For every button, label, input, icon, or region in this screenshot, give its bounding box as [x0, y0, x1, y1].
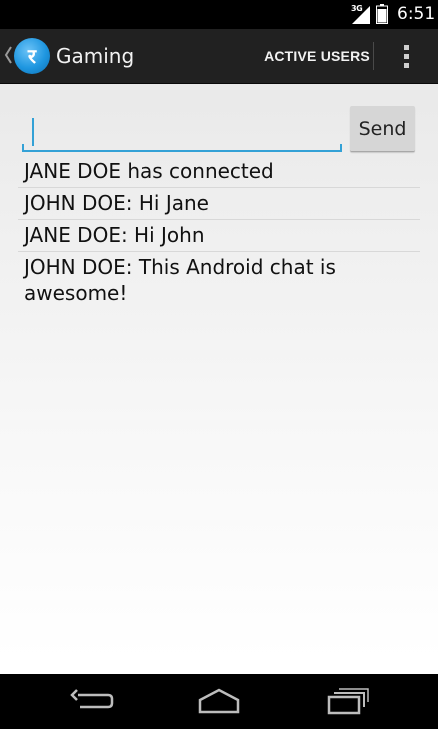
clock: 6:51	[397, 4, 436, 24]
app-logo[interactable]: र	[14, 38, 50, 74]
page-title: Gaming	[56, 44, 135, 68]
overflow-menu-icon[interactable]	[395, 42, 417, 70]
battery-icon	[376, 4, 388, 24]
input-underline-edge-right	[340, 144, 342, 152]
status-bar: 3G 6:51	[0, 0, 438, 29]
message-item: JANE DOE has connected	[18, 156, 420, 188]
action-bar: र Gaming ACTIVE USERS	[0, 29, 438, 84]
input-underline-edge-left	[22, 144, 24, 152]
back-icon[interactable]	[66, 686, 116, 716]
message-item: JOHN DOE: This Android chat is awesome!	[24, 255, 336, 305]
signal-icon	[352, 6, 370, 24]
message-input[interactable]	[22, 112, 342, 152]
message-item: JANE DOE: Hi John	[18, 220, 420, 252]
message-list: JANE DOE has connected JOHN DOE: Hi Jane…	[18, 156, 420, 308]
action-divider	[373, 42, 374, 70]
recents-icon[interactable]	[322, 686, 372, 716]
up-caret-icon[interactable]	[3, 43, 13, 67]
send-button[interactable]: Send	[350, 106, 415, 152]
message-item: JOHN DOE: Hi Jane	[18, 188, 420, 220]
home-icon[interactable]	[194, 686, 244, 716]
navigation-bar	[0, 674, 438, 729]
text-cursor	[32, 118, 34, 146]
screen: 3G 6:51 र Gaming ACTIVE USERS Send JANE …	[0, 0, 438, 729]
active-users-button[interactable]: ACTIVE USERS	[262, 29, 372, 83]
